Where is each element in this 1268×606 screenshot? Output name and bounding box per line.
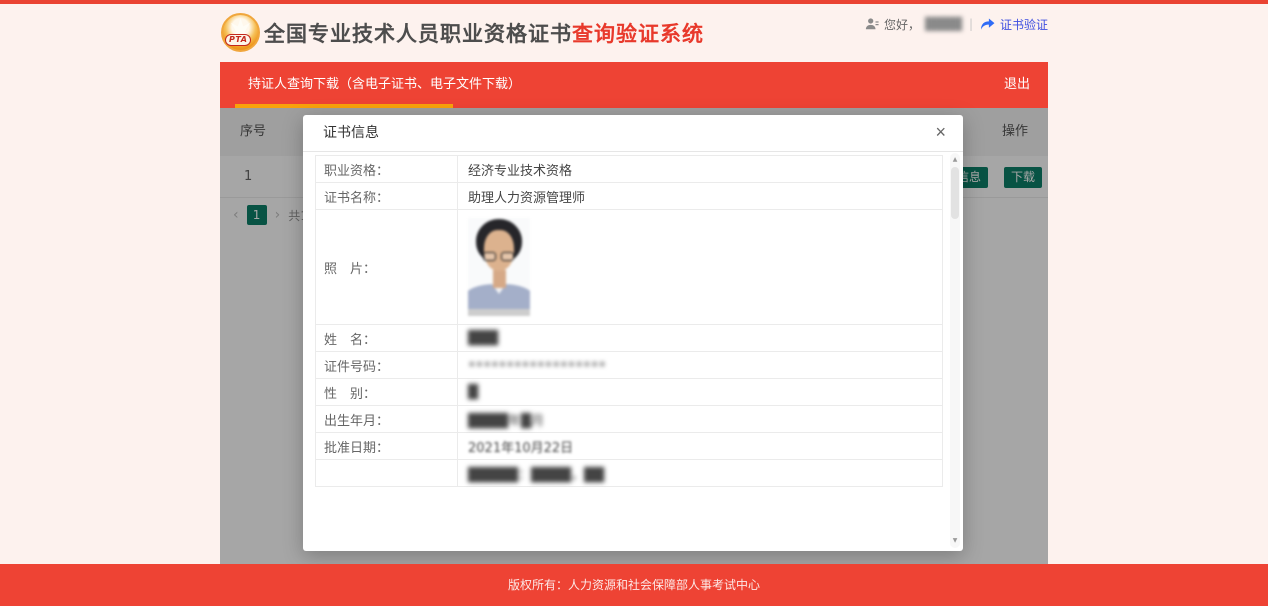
cert-row-birth-date: 出生年月： ████年█月 — [316, 406, 943, 433]
greeting-text: 您好， — [884, 16, 920, 33]
photo-face — [484, 230, 514, 271]
scroll-down-icon[interactable]: ▼ — [950, 536, 960, 546]
tab-holder-query-download[interactable]: 持证人查询下载（含电子证书、电子文件下载） — [248, 62, 521, 108]
cert-value-masked: 2021年10月22日 — [458, 433, 943, 460]
user-bar-separator: | — [969, 17, 973, 31]
cert-row-qualification: 职业资格： 经济专业技术资格 — [316, 156, 943, 183]
user-icon — [865, 17, 879, 31]
cert-value-masked: •••••••••••••••••• — [458, 352, 943, 379]
photo-glasses-left — [483, 252, 496, 261]
modal-title: 证书信息 — [323, 115, 379, 152]
cert-row-gender: 性 别： █ — [316, 379, 943, 406]
cert-row-id-number: 证件号码： •••••••••••••••••• — [316, 352, 943, 379]
photo-glasses-right — [501, 252, 514, 261]
cert-row-extra: █████：████，██ — [316, 460, 943, 487]
cert-label: 姓 名： — [316, 325, 458, 352]
certificate-detail-table: 职业资格： 经济专业技术资格 证书名称： 助理人力资源管理师 照 片： — [315, 155, 943, 487]
cert-photo-cell — [458, 210, 943, 325]
modal-scrollbar[interactable]: ▲ ▼ — [950, 153, 960, 548]
page-title-main: 全国专业技术人员职业资格证书 — [264, 22, 572, 46]
scrollbar-thumb[interactable] — [951, 167, 959, 219]
header-brand: PTA 全国专业技术人员职业资格证书查询验证系统 — [221, 13, 704, 52]
logo-pta-label: PTA — [225, 34, 251, 46]
cert-row-name-of-cert: 证书名称： 助理人力资源管理师 — [316, 183, 943, 210]
photo-watermark-bar — [468, 309, 530, 316]
cert-label: 批准日期： — [316, 433, 458, 460]
username-masked: ████ — [925, 17, 962, 31]
holder-photo — [468, 218, 530, 316]
cert-value-masked: █████：████，██ — [458, 460, 943, 487]
share-arrow-icon — [980, 18, 995, 31]
cert-label: 照 片： — [316, 210, 458, 325]
copyright-text: 版权所有：人力资源和社会保障部人事考试中心 — [508, 578, 760, 592]
cert-value: 助理人力资源管理师 — [458, 183, 943, 210]
logout-button[interactable]: 退出 — [1004, 62, 1030, 108]
top-accent-bar — [0, 0, 1268, 4]
photo-neck — [493, 270, 506, 288]
verify-certificate-link[interactable]: 证书验证 — [1000, 16, 1048, 33]
cert-label: 证件号码： — [316, 352, 458, 379]
cert-row-approval-date: 批准日期： 2021年10月22日 — [316, 433, 943, 460]
user-bar: 您好， ████ | 证书验证 — [865, 15, 1048, 33]
cert-value-masked: ████年█月 — [458, 406, 943, 433]
page-title: 全国专业技术人员职业资格证书查询验证系统 — [264, 18, 704, 48]
cert-label: 出生年月： — [316, 406, 458, 433]
cert-label: 职业资格： — [316, 156, 458, 183]
cert-row-holder-name: 姓 名： ███ — [316, 325, 943, 352]
cert-row-photo: 照 片： — [316, 210, 943, 325]
cert-value: 经济专业技术资格 — [458, 156, 943, 183]
page-title-accent: 查询验证系统 — [572, 22, 704, 46]
pta-logo-icon: PTA — [221, 13, 260, 52]
cert-value-masked: █ — [458, 379, 943, 406]
modal-header: 证书信息 × — [303, 115, 963, 152]
close-icon[interactable]: × — [931, 115, 950, 150]
main-nav: 持证人查询下载（含电子证书、电子文件下载） 退出 — [220, 62, 1048, 108]
scroll-up-icon[interactable]: ▲ — [950, 155, 960, 165]
cert-value-masked: ███ — [458, 325, 943, 352]
cert-label — [316, 460, 458, 487]
cert-label: 证书名称： — [316, 183, 458, 210]
footer: 版权所有：人力资源和社会保障部人事考试中心 — [0, 564, 1268, 606]
certificate-info-modal: 证书信息 × 职业资格： 经济专业技术资格 证书名称： 助理人力资源管理师 照 … — [303, 115, 963, 551]
cert-label: 性 别： — [316, 379, 458, 406]
